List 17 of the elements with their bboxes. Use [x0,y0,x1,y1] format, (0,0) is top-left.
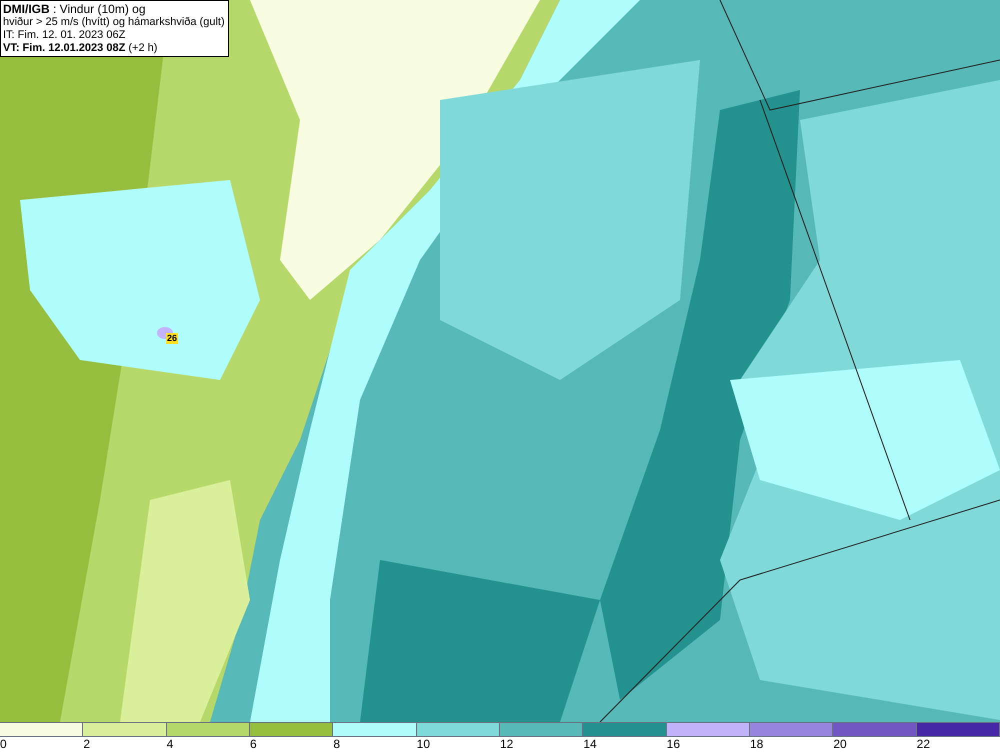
legend-label: 20 [833,737,847,752]
legend-label: 22 [916,737,930,752]
legend-label: 18 [750,737,764,752]
legend-label: 8 [333,737,340,752]
max-gust-label: 26 [166,333,178,344]
title-line: DMI/IGB : Vindur (10m) og [3,2,146,16]
title-line: hviður > 25 m/s (hvítt) og hámarkshviða (gult) [3,16,226,29]
legend-label: 10 [416,737,430,752]
title-line: VT: Fim. 12.01.2023 08Z (+2 h) [3,42,158,55]
title-line: IT: Fim. 12. 01. 2023 06Z [3,29,126,42]
legend-label: 0 [0,737,7,752]
legend-label: 14 [583,737,597,752]
legend-label: 16 [666,737,680,752]
legend-label: 4 [166,737,174,752]
legend-label: 2 [83,737,90,752]
legend-label: 6 [250,737,257,752]
legend-label: 12 [500,737,514,752]
